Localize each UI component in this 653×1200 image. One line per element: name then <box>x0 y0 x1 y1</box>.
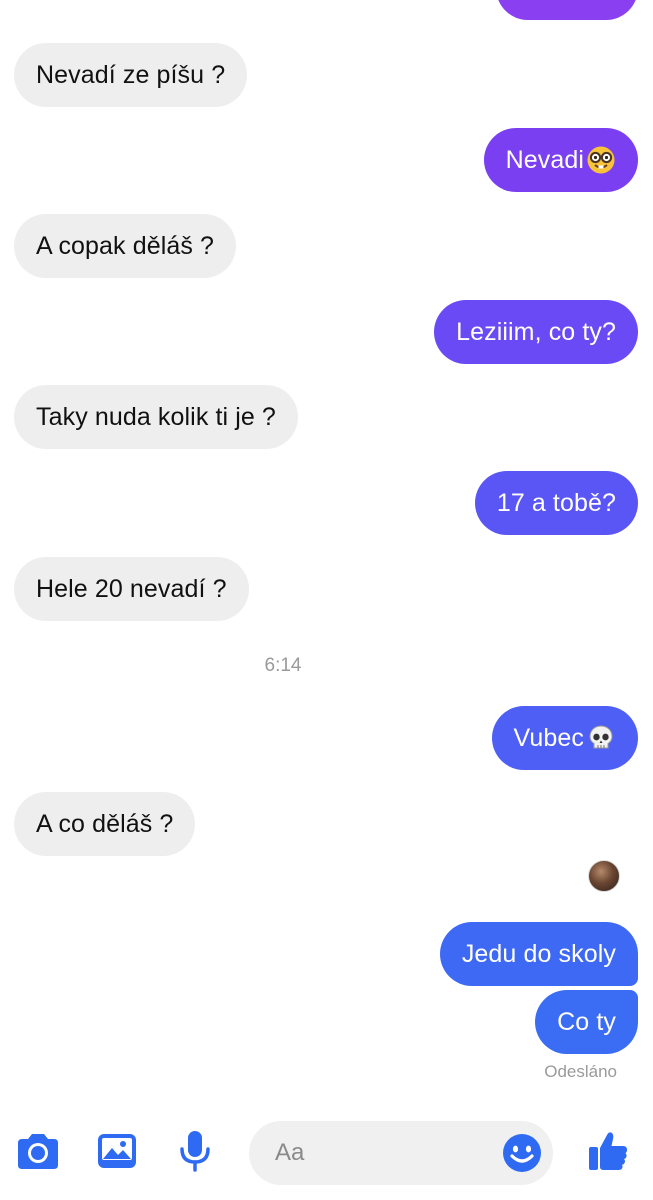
message-timestamp: 6:14 <box>264 655 302 676</box>
message-text: Vubec <box>513 723 584 752</box>
message-text: Nevadí ze píšu ? <box>36 60 226 89</box>
message-text: Co ty <box>557 1007 616 1036</box>
nerd-face-icon <box>586 145 616 175</box>
message-composer <box>0 1100 653 1200</box>
camera-button[interactable] <box>13 1128 63 1178</box>
message-text: Leziiim, co ty? <box>456 317 616 346</box>
camera-icon <box>14 1131 62 1176</box>
emoji-icon[interactable] <box>501 1132 543 1174</box>
message-bubble-outgoing[interactable]: Nevadi <box>483 128 638 192</box>
message-bubble-partial[interactable] <box>496 0 638 20</box>
microphone-icon <box>177 1129 213 1178</box>
message-input-container <box>249 1121 553 1185</box>
message-bubble-incoming[interactable]: A co děláš ? <box>14 792 196 856</box>
message-bubble-outgoing[interactable]: Leziiim, co ty? <box>434 300 638 364</box>
voice-button[interactable] <box>170 1128 220 1178</box>
message-text: A co děláš ? <box>36 809 174 838</box>
like-icon <box>586 1129 630 1178</box>
like-button[interactable] <box>583 1128 633 1178</box>
skull-icon <box>586 723 616 753</box>
message-bubble-incoming[interactable]: Taky nuda kolik ti je ? <box>14 385 298 449</box>
message-bubble-outgoing[interactable]: Co ty <box>535 990 638 1054</box>
message-text: Hele 20 nevadí ? <box>36 574 227 603</box>
message-bubble-outgoing[interactable]: Vubec <box>491 706 638 770</box>
message-bubble-incoming[interactable]: A copak děláš ? <box>14 214 237 278</box>
gallery-button[interactable] <box>92 1128 142 1178</box>
message-text: 17 a tobě? <box>496 488 616 517</box>
message-text: Taky nuda kolik ti je ? <box>36 402 276 431</box>
message-text: Jedu do skoly <box>461 939 616 968</box>
message-bubble-incoming[interactable]: Nevadí ze píšu ? <box>14 43 248 107</box>
message-bubble-incoming[interactable]: Hele 20 nevadí ? <box>14 557 249 621</box>
message-bubble-outgoing[interactable]: 17 a tobě? <box>474 471 638 535</box>
message-text: Nevadi <box>505 145 584 174</box>
read-receipt-avatar <box>588 860 620 892</box>
message-text: A copak děláš ? <box>36 231 215 260</box>
gallery-icon <box>95 1131 139 1176</box>
sent-status: Odesláno <box>544 1062 617 1081</box>
message-bubble-outgoing[interactable]: Jedu do skoly <box>439 922 638 986</box>
message-input[interactable] <box>275 1121 485 1185</box>
message-thread: Nevadí ze píšu ? Nevadi A copak děláš ? … <box>0 0 653 1100</box>
